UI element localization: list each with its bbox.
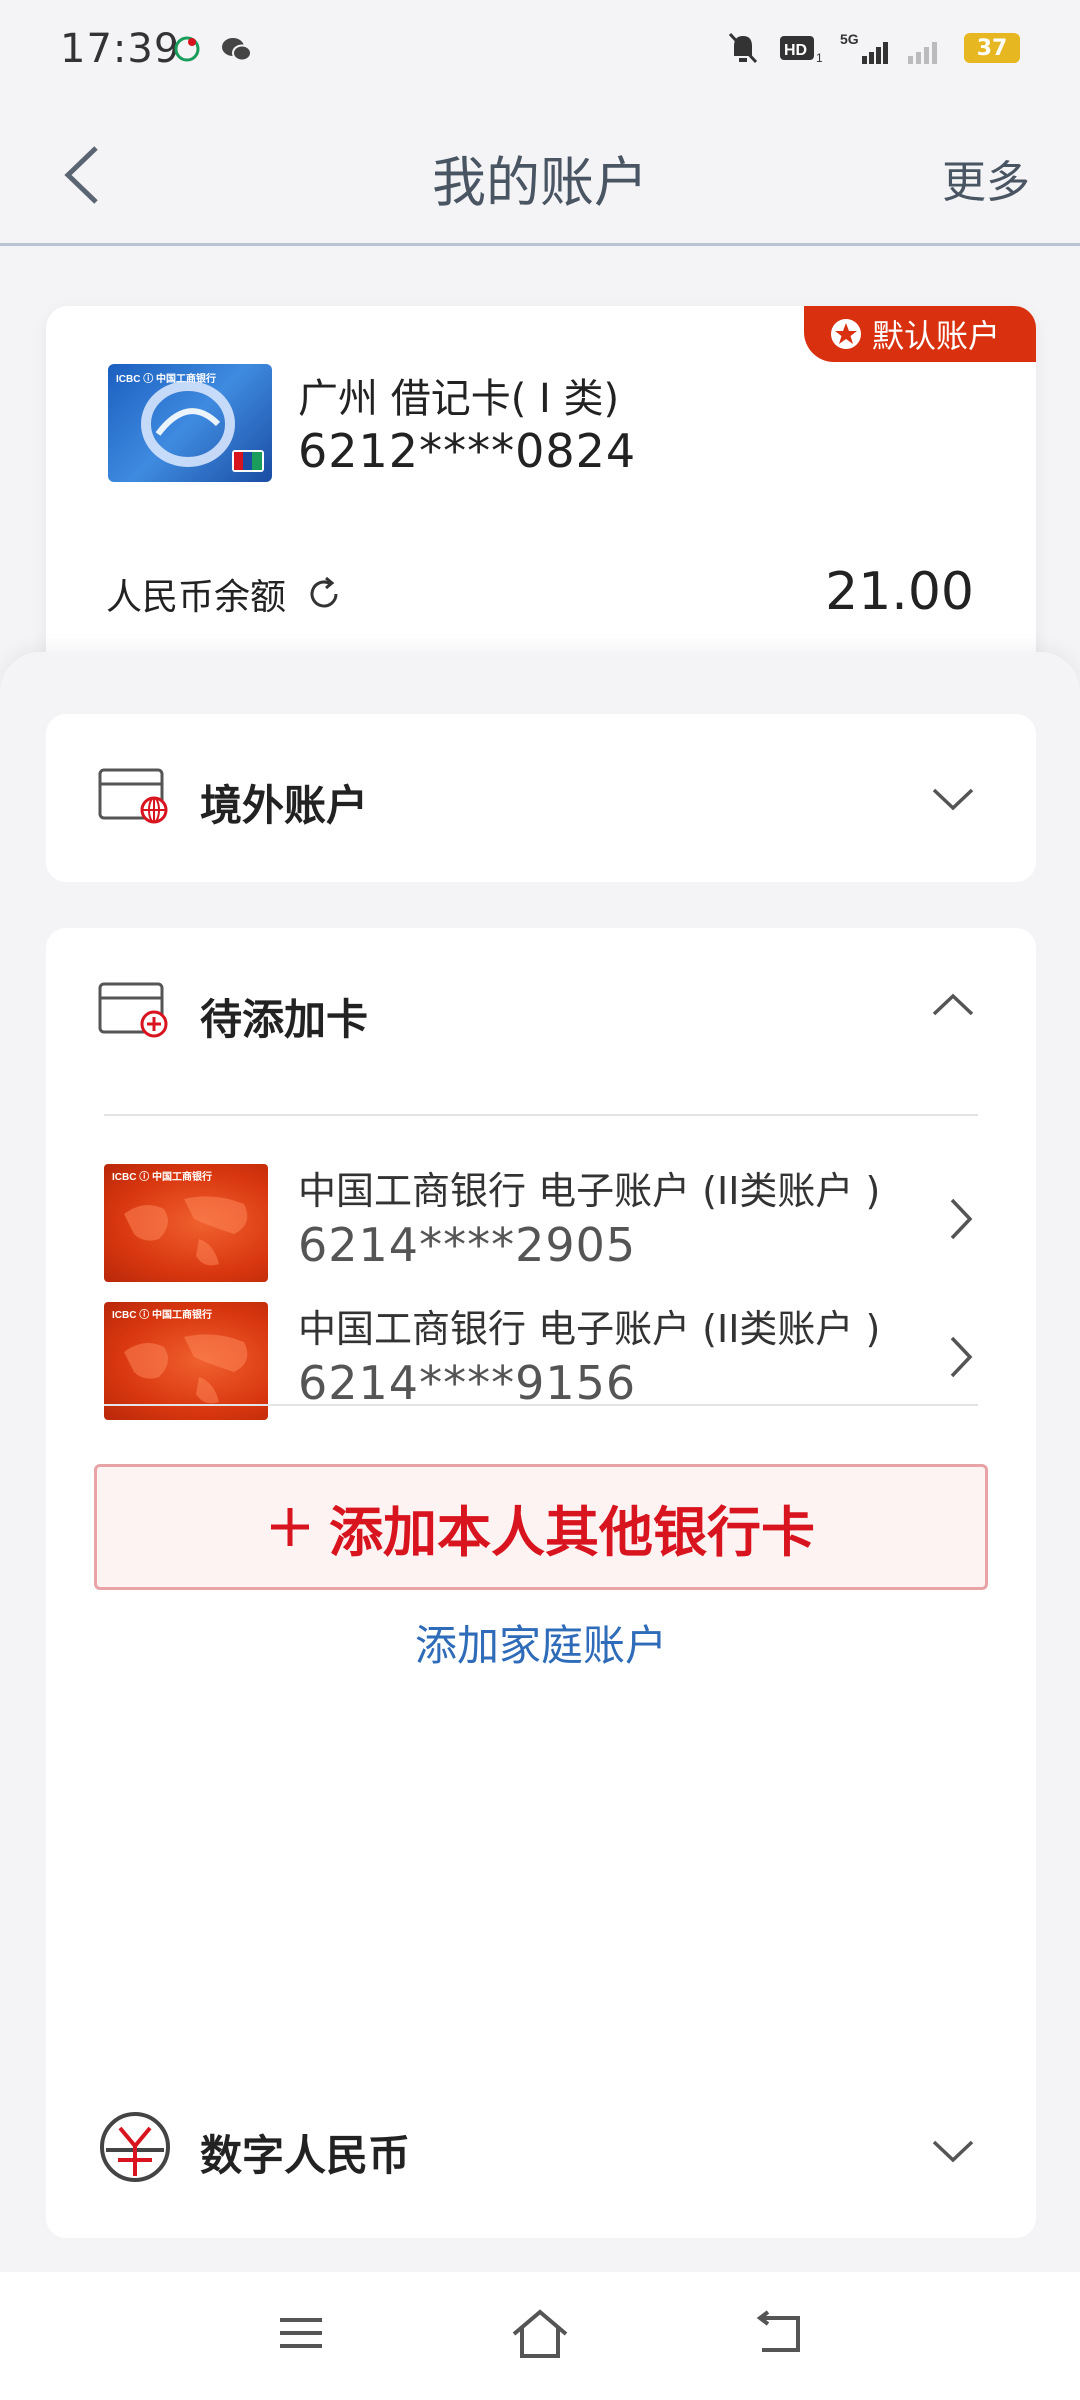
add-card-label: 添加本人其他银行卡 [329,1500,815,1564]
balance-value: 21.00 [825,562,974,622]
pending-card-name: 中国工商银行 电子账户 (II类账户 ) [298,1307,881,1351]
digital-rmb-icon [100,2112,170,2182]
add-family-account-link[interactable]: 添加家庭账户 [46,1612,1036,1673]
hd-icon: HD 1 [780,36,822,64]
status-notification-icons [172,34,254,64]
signal-weak-icon [908,42,937,64]
e-account-card-image: ICBC ⓘ 中国工商银行 [104,1302,268,1420]
divider [104,1114,978,1116]
plus-icon [271,1508,309,1546]
nav-bar: 我的账户 更多 [0,100,1080,246]
divider [104,1404,978,1406]
chevron-down-icon[interactable] [930,784,976,814]
menu-icon[interactable] [276,2308,326,2358]
pending-card-name: 中国工商银行 电子账户 (II类账户 ) [298,1169,881,1213]
default-card-number: 6212****0824 [298,424,637,478]
star-icon [830,319,861,349]
chevron-up-icon[interactable] [930,990,976,1020]
default-badge-label: 默认账户 [871,317,1000,355]
chevron-right-icon[interactable] [946,1334,976,1380]
overseas-account-section[interactable]: 境外账户 [46,714,1036,882]
status-right-icons: HD 1 5G 37 [726,30,1020,66]
refresh-icon[interactable] [304,574,344,614]
pending-card-row[interactable]: ICBC ⓘ 中国工商银行 中国工商银行 电子账户 (II类账户 ) 6214*… [46,1146,1036,1296]
svg-text:5G: 5G [840,31,859,47]
digital-rmb-title: 数字人民币 [200,2131,411,2180]
default-account-card[interactable]: 默认账户 ICBC ⓘ 中国工商银行 广州 借记卡( Ⅰ 类) 6212****… [46,306,1036,666]
pending-card-number: 6214****9156 [298,1356,637,1410]
svg-text:1: 1 [816,51,822,64]
accounts-sheet: 境外账户 待添加卡 ICBC ⓘ 中国工商银行 中国工商银行 电子账户 (II类… [0,652,1080,2272]
system-nav-bar [0,2272,1080,2400]
status-time: 17:39 [60,26,181,72]
signal-5g-icon: 5G [840,31,888,64]
bell-muted-icon [728,32,758,64]
e-account-card-image: ICBC ⓘ 中国工商银行 [104,1164,268,1282]
chevron-right-icon[interactable] [946,1196,976,1242]
page-title: 我的账户 [432,151,648,214]
pending-cards-title: 待添加卡 [200,995,369,1044]
card-add-icon [98,982,168,1038]
pending-cards-section: 待添加卡 ICBC ⓘ 中国工商银行 中国工商银行 电子账户 (II类账户 ) … [46,928,1036,2130]
card-globe-icon [98,768,168,824]
digital-rmb-section[interactable]: 数字人民币 [46,2058,1036,2238]
balance-label-row: 人民币余额 [106,568,344,620]
pending-card-row[interactable]: ICBC ⓘ 中国工商银行 中国工商银行 电子账户 (II类账户 ) 6214*… [46,1284,1036,1434]
more-button[interactable]: 更多 [942,146,1030,210]
home-icon[interactable] [510,2308,570,2362]
back-icon[interactable] [754,2308,804,2358]
svg-text:ICBC ⓘ 中国工商银行: ICBC ⓘ 中国工商银行 [112,1308,212,1321]
default-card-name: 广州 借记卡( Ⅰ 类) [298,376,620,422]
status-bar: 17:39 HD 1 5G 37 [0,0,1080,100]
add-other-bank-card-button[interactable]: 添加本人其他银行卡 [94,1464,988,1590]
svg-text:ICBC ⓘ 中国工商银行: ICBC ⓘ 中国工商银行 [112,1170,212,1183]
battery-icon: 37 [964,33,1020,63]
wechat-icon [222,38,252,62]
battery-level: 37 [976,35,1008,61]
debit-card-image: ICBC ⓘ 中国工商银行 [108,364,272,482]
balance-label: 人民币余额 [106,577,287,618]
svg-text:HD: HD [784,42,807,59]
default-account-badge: 默认账户 [803,306,1036,362]
pending-card-number: 6214****2905 [298,1218,637,1272]
china-mobile-icon [174,36,200,62]
chevron-down-icon[interactable] [930,2136,976,2166]
overseas-account-title: 境外账户 [200,781,369,830]
